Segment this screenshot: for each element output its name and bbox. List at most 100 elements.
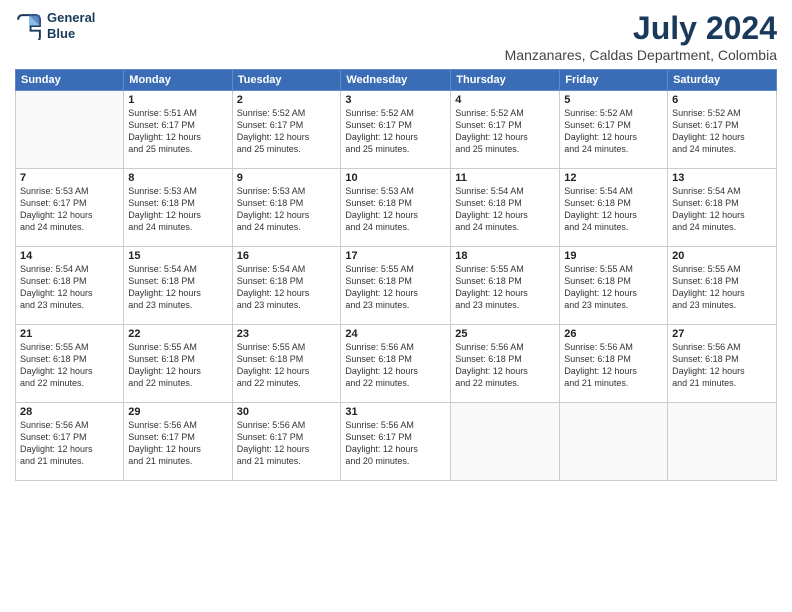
day-info: Sunrise: 5:53 AMSunset: 6:18 PMDaylight:… (128, 185, 227, 234)
calendar-cell: 21Sunrise: 5:55 AMSunset: 6:18 PMDayligh… (16, 325, 124, 403)
day-number: 22 (128, 328, 227, 340)
day-info: Sunrise: 5:56 AMSunset: 6:17 PMDaylight:… (20, 419, 119, 468)
calendar-header-thursday: Thursday (451, 70, 560, 91)
day-number: 5 (564, 94, 663, 106)
calendar-cell: 13Sunrise: 5:54 AMSunset: 6:18 PMDayligh… (668, 169, 777, 247)
day-number: 21 (20, 328, 119, 340)
day-info: Sunrise: 5:56 AMSunset: 6:18 PMDaylight:… (672, 341, 772, 390)
day-info: Sunrise: 5:54 AMSunset: 6:18 PMDaylight:… (20, 263, 119, 312)
day-info: Sunrise: 5:52 AMSunset: 6:17 PMDaylight:… (237, 107, 337, 156)
day-number: 12 (564, 172, 663, 184)
calendar-table: SundayMondayTuesdayWednesdayThursdayFrid… (15, 69, 777, 481)
day-info: Sunrise: 5:56 AMSunset: 6:18 PMDaylight:… (345, 341, 446, 390)
day-info: Sunrise: 5:55 AMSunset: 6:18 PMDaylight:… (455, 263, 555, 312)
calendar-cell: 16Sunrise: 5:54 AMSunset: 6:18 PMDayligh… (232, 247, 341, 325)
calendar-cell: 27Sunrise: 5:56 AMSunset: 6:18 PMDayligh… (668, 325, 777, 403)
header: General Blue July 2024 Manzanares, Calda… (15, 10, 777, 63)
calendar-cell: 3Sunrise: 5:52 AMSunset: 6:17 PMDaylight… (341, 91, 451, 169)
day-number: 15 (128, 250, 227, 262)
day-number: 3 (345, 94, 446, 106)
day-number: 8 (128, 172, 227, 184)
calendar-cell: 1Sunrise: 5:51 AMSunset: 6:17 PMDaylight… (124, 91, 232, 169)
day-info: Sunrise: 5:55 AMSunset: 6:18 PMDaylight:… (237, 341, 337, 390)
calendar-cell: 14Sunrise: 5:54 AMSunset: 6:18 PMDayligh… (16, 247, 124, 325)
calendar-cell: 20Sunrise: 5:55 AMSunset: 6:18 PMDayligh… (668, 247, 777, 325)
day-info: Sunrise: 5:52 AMSunset: 6:17 PMDaylight:… (345, 107, 446, 156)
day-info: Sunrise: 5:56 AMSunset: 6:17 PMDaylight:… (128, 419, 227, 468)
calendar-cell: 6Sunrise: 5:52 AMSunset: 6:17 PMDaylight… (668, 91, 777, 169)
day-number: 19 (564, 250, 663, 262)
calendar-cell: 11Sunrise: 5:54 AMSunset: 6:18 PMDayligh… (451, 169, 560, 247)
calendar-cell: 26Sunrise: 5:56 AMSunset: 6:18 PMDayligh… (560, 325, 668, 403)
calendar-cell: 12Sunrise: 5:54 AMSunset: 6:18 PMDayligh… (560, 169, 668, 247)
day-number: 20 (672, 250, 772, 262)
day-number: 18 (455, 250, 555, 262)
day-number: 24 (345, 328, 446, 340)
calendar-cell: 29Sunrise: 5:56 AMSunset: 6:17 PMDayligh… (124, 403, 232, 481)
calendar-cell: 25Sunrise: 5:56 AMSunset: 6:18 PMDayligh… (451, 325, 560, 403)
calendar-cell: 18Sunrise: 5:55 AMSunset: 6:18 PMDayligh… (451, 247, 560, 325)
calendar-cell: 5Sunrise: 5:52 AMSunset: 6:17 PMDaylight… (560, 91, 668, 169)
logo-line2: Blue (47, 26, 95, 42)
day-number: 29 (128, 406, 227, 418)
calendar-header-row: SundayMondayTuesdayWednesdayThursdayFrid… (16, 70, 777, 91)
title-block: July 2024 Manzanares, Caldas Department,… (505, 10, 777, 63)
day-info: Sunrise: 5:56 AMSunset: 6:18 PMDaylight:… (564, 341, 663, 390)
day-number: 13 (672, 172, 772, 184)
day-info: Sunrise: 5:54 AMSunset: 6:18 PMDaylight:… (564, 185, 663, 234)
day-info: Sunrise: 5:55 AMSunset: 6:18 PMDaylight:… (564, 263, 663, 312)
calendar-week-5: 28Sunrise: 5:56 AMSunset: 6:17 PMDayligh… (16, 403, 777, 481)
day-info: Sunrise: 5:55 AMSunset: 6:18 PMDaylight:… (345, 263, 446, 312)
day-number: 17 (345, 250, 446, 262)
day-number: 27 (672, 328, 772, 340)
calendar-cell (16, 91, 124, 169)
day-info: Sunrise: 5:51 AMSunset: 6:17 PMDaylight:… (128, 107, 227, 156)
calendar-cell (560, 403, 668, 481)
day-number: 26 (564, 328, 663, 340)
calendar-cell: 28Sunrise: 5:56 AMSunset: 6:17 PMDayligh… (16, 403, 124, 481)
calendar-header-friday: Friday (560, 70, 668, 91)
day-info: Sunrise: 5:55 AMSunset: 6:18 PMDaylight:… (20, 341, 119, 390)
calendar-cell: 30Sunrise: 5:56 AMSunset: 6:17 PMDayligh… (232, 403, 341, 481)
day-number: 23 (237, 328, 337, 340)
day-info: Sunrise: 5:56 AMSunset: 6:18 PMDaylight:… (455, 341, 555, 390)
day-info: Sunrise: 5:54 AMSunset: 6:18 PMDaylight:… (237, 263, 337, 312)
calendar-week-2: 7Sunrise: 5:53 AMSunset: 6:17 PMDaylight… (16, 169, 777, 247)
day-info: Sunrise: 5:53 AMSunset: 6:17 PMDaylight:… (20, 185, 119, 234)
day-number: 25 (455, 328, 555, 340)
day-info: Sunrise: 5:52 AMSunset: 6:17 PMDaylight:… (564, 107, 663, 156)
day-number: 9 (237, 172, 337, 184)
calendar-cell: 17Sunrise: 5:55 AMSunset: 6:18 PMDayligh… (341, 247, 451, 325)
day-number: 14 (20, 250, 119, 262)
day-info: Sunrise: 5:54 AMSunset: 6:18 PMDaylight:… (128, 263, 227, 312)
calendar-cell: 2Sunrise: 5:52 AMSunset: 6:17 PMDaylight… (232, 91, 341, 169)
day-number: 4 (455, 94, 555, 106)
calendar-cell: 7Sunrise: 5:53 AMSunset: 6:17 PMDaylight… (16, 169, 124, 247)
day-number: 16 (237, 250, 337, 262)
calendar-cell: 22Sunrise: 5:55 AMSunset: 6:18 PMDayligh… (124, 325, 232, 403)
day-number: 2 (237, 94, 337, 106)
calendar-header-monday: Monday (124, 70, 232, 91)
day-info: Sunrise: 5:55 AMSunset: 6:18 PMDaylight:… (128, 341, 227, 390)
calendar-cell: 23Sunrise: 5:55 AMSunset: 6:18 PMDayligh… (232, 325, 341, 403)
day-number: 28 (20, 406, 119, 418)
logo: General Blue (15, 10, 95, 41)
calendar-cell: 31Sunrise: 5:56 AMSunset: 6:17 PMDayligh… (341, 403, 451, 481)
calendar-week-3: 14Sunrise: 5:54 AMSunset: 6:18 PMDayligh… (16, 247, 777, 325)
calendar-cell: 15Sunrise: 5:54 AMSunset: 6:18 PMDayligh… (124, 247, 232, 325)
calendar-cell (668, 403, 777, 481)
calendar-header-wednesday: Wednesday (341, 70, 451, 91)
calendar-cell (451, 403, 560, 481)
day-number: 30 (237, 406, 337, 418)
day-number: 31 (345, 406, 446, 418)
day-info: Sunrise: 5:53 AMSunset: 6:18 PMDaylight:… (345, 185, 446, 234)
calendar-header-saturday: Saturday (668, 70, 777, 91)
day-info: Sunrise: 5:52 AMSunset: 6:17 PMDaylight:… (672, 107, 772, 156)
calendar-week-1: 1Sunrise: 5:51 AMSunset: 6:17 PMDaylight… (16, 91, 777, 169)
day-number: 6 (672, 94, 772, 106)
day-number: 11 (455, 172, 555, 184)
calendar-cell: 10Sunrise: 5:53 AMSunset: 6:18 PMDayligh… (341, 169, 451, 247)
calendar-cell: 4Sunrise: 5:52 AMSunset: 6:17 PMDaylight… (451, 91, 560, 169)
calendar-header-sunday: Sunday (16, 70, 124, 91)
calendar-cell: 19Sunrise: 5:55 AMSunset: 6:18 PMDayligh… (560, 247, 668, 325)
